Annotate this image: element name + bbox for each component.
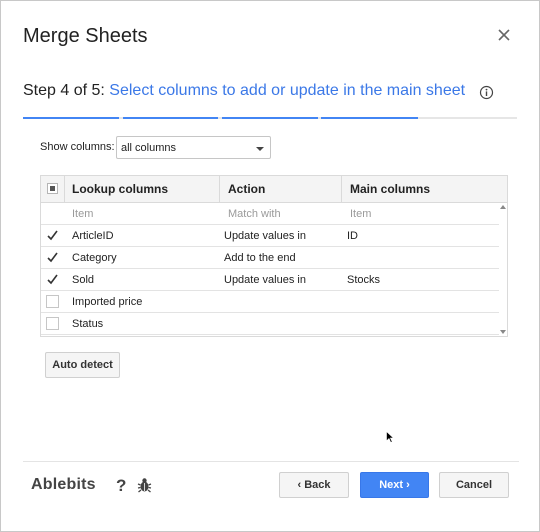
bug-icon[interactable] (137, 477, 152, 493)
row-checkbox[interactable] (46, 295, 59, 308)
table-row-placeholder: Item Match with Item (41, 203, 499, 225)
progress-segment-3 (222, 117, 318, 119)
close-icon[interactable] (496, 27, 512, 43)
table-body: Item Match with Item ArticleID Update va… (41, 203, 499, 337)
action-cell[interactable]: Update values in (224, 230, 306, 242)
action-placeholder[interactable]: Match with (228, 208, 281, 220)
action-cell[interactable]: Add to the end (224, 252, 296, 264)
lookup-placeholder[interactable]: Item (72, 208, 93, 220)
lookup-cell[interactable]: ArticleID (72, 230, 114, 242)
header-main-columns: Main columns (350, 182, 431, 196)
chevron-left-icon: ‹ (297, 479, 302, 491)
row-checkbox[interactable] (46, 229, 59, 242)
chevron-down-icon (256, 147, 264, 151)
ablebits-logo: Ablebits (31, 476, 96, 493)
merge-sheets-dialog: Merge Sheets Step 4 of 5: Select columns… (0, 0, 540, 532)
row-checkbox[interactable] (46, 273, 59, 286)
back-button[interactable]: ‹ Back (279, 472, 349, 498)
lookup-cell[interactable]: Imported price (72, 296, 142, 308)
footer-divider (23, 461, 519, 462)
progress-segment-4 (321, 117, 418, 119)
dialog-title: Merge Sheets (23, 25, 148, 47)
show-columns-label: Show columns: (40, 141, 115, 153)
table-row: Sold Update values in Stocks (41, 269, 499, 291)
next-button[interactable]: Next › (360, 472, 429, 498)
progress-segment-2 (123, 117, 218, 119)
show-columns-value: all columns (121, 142, 177, 154)
mouse-cursor-icon (386, 431, 394, 443)
show-columns-select[interactable]: all columns (116, 136, 271, 159)
row-checkbox[interactable] (46, 317, 59, 330)
step-prefix: Step 4 of 5: (23, 82, 105, 99)
step-description: Select columns to add or update in the m… (109, 82, 466, 99)
lookup-cell[interactable]: Status (72, 318, 103, 330)
scroll-down-icon[interactable] (500, 330, 506, 334)
help-icon[interactable]: ? (116, 476, 126, 496)
header-action: Action (228, 182, 266, 196)
main-cell[interactable]: Stocks (347, 274, 380, 286)
lookup-cell[interactable]: Sold (72, 274, 94, 286)
step-heading: Step 4 of 5: Select columns to add or up… (23, 82, 465, 100)
table-row: Imported price (41, 291, 499, 313)
chevron-right-icon: › (406, 479, 410, 491)
cancel-button[interactable]: Cancel (439, 472, 509, 498)
lookup-cell[interactable]: Category (72, 252, 117, 264)
columns-table: Lookup columns Action Main columns Item … (40, 175, 508, 337)
info-icon[interactable] (479, 85, 494, 100)
header-lookup-columns: Lookup columns (72, 182, 168, 196)
action-cell[interactable]: Update values in (224, 274, 306, 286)
step-progress-bar (23, 117, 517, 119)
next-label: Next (379, 479, 404, 491)
table-row: ArticleID Update values in ID (41, 225, 499, 247)
select-all-checkbox[interactable] (47, 183, 58, 194)
main-placeholder[interactable]: Item (350, 208, 371, 220)
table-row: Category Add to the end (41, 247, 499, 269)
progress-segment-1 (23, 117, 119, 119)
back-label: Back (304, 479, 331, 491)
table-row: Status (41, 313, 499, 335)
main-cell[interactable]: ID (347, 230, 358, 242)
auto-detect-button[interactable]: Auto detect (45, 352, 120, 378)
table-scrollbar[interactable] (499, 203, 507, 337)
row-checkbox[interactable] (46, 251, 59, 264)
table-header: Lookup columns Action Main columns (41, 176, 507, 203)
scroll-up-icon[interactable] (500, 205, 506, 209)
